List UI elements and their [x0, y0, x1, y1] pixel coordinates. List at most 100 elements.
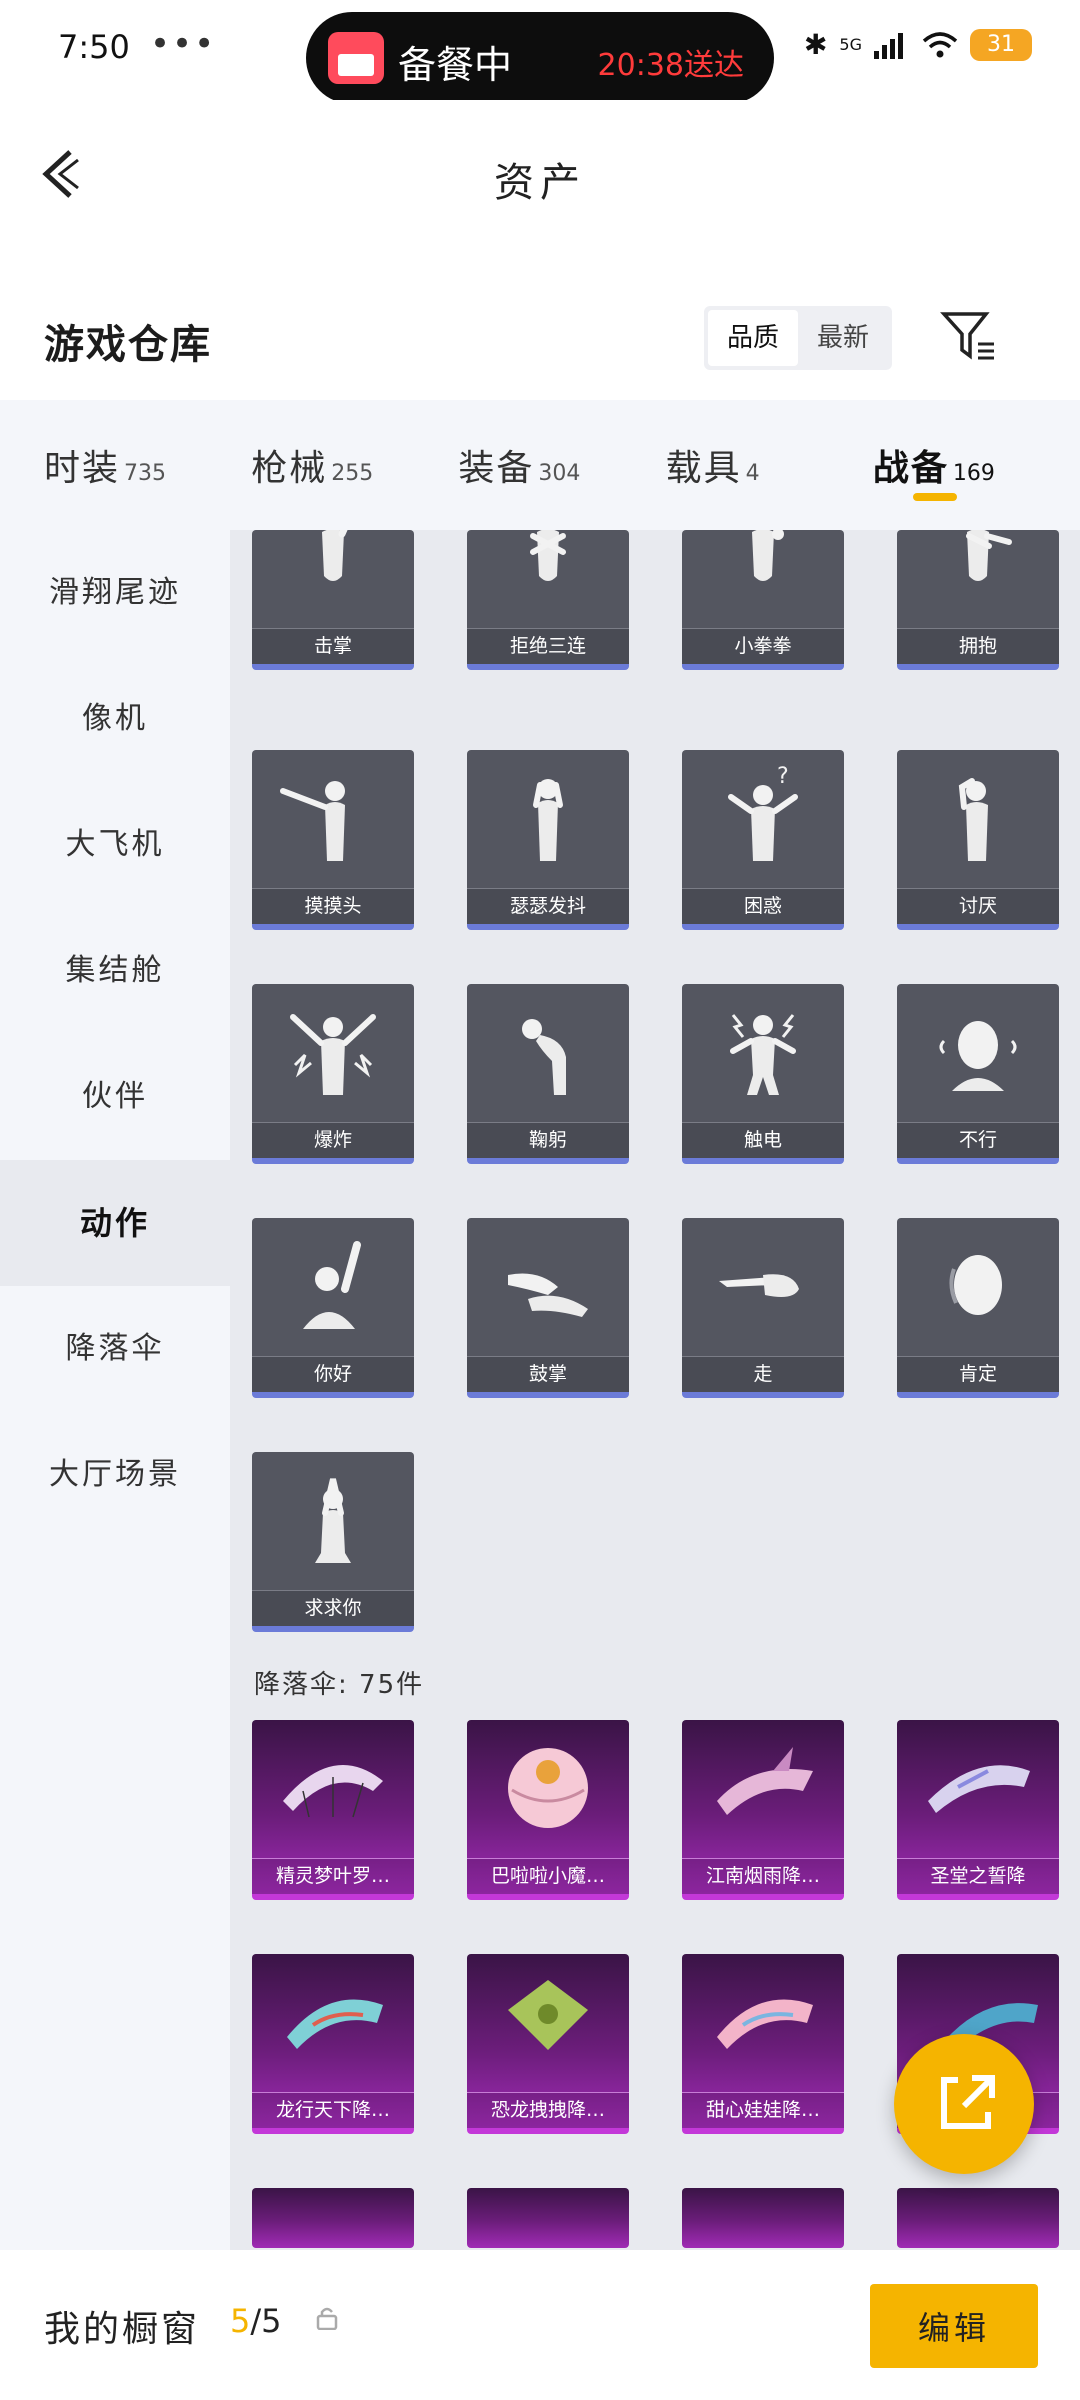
emote-card[interactable]: 鼓掌 — [467, 1218, 629, 1398]
app-header: 资产 — [0, 100, 1080, 250]
tab-fashion[interactable]: 时装 735 — [44, 439, 251, 491]
bluetooth-icon: ✱ — [803, 28, 828, 61]
emote-card[interactable]: 拥抱 — [897, 530, 1059, 670]
emote-name: 瑟瑟发抖 — [467, 888, 629, 924]
sidebar-item-lobby-scene[interactable]: 大厅场景 — [0, 1412, 230, 1538]
share-external-icon — [941, 2075, 995, 2129]
tab-label: 装备 — [458, 448, 535, 489]
emote-name: 拥抱 — [897, 628, 1059, 664]
sidebar-item-emotes[interactable]: 动作 — [0, 1160, 230, 1286]
sidebar-item-camera[interactable]: 像机 — [0, 656, 230, 782]
emote-name: 讨厌 — [897, 888, 1059, 924]
emote-figure-icon — [467, 984, 629, 1116]
category-tabs: 时装 735 枪械 255 装备 304 载具 4 战备 169 — [0, 400, 1080, 530]
sort-toggle[interactable]: 品质 最新 — [704, 306, 892, 370]
parachute-card[interactable] — [252, 2188, 414, 2248]
parachute-card[interactable]: 江南烟雨降… — [682, 1720, 844, 1900]
sidebar-item-companion[interactable]: 伙伴 — [0, 1034, 230, 1160]
parachute-icon — [252, 1954, 414, 2086]
emote-figure-icon — [252, 530, 414, 622]
emote-figure-icon — [897, 984, 1059, 1116]
emote-card[interactable]: 讨厌 — [897, 750, 1059, 930]
emote-figure-icon — [682, 530, 844, 622]
tab-count: 735 — [124, 461, 167, 486]
tab-count: 255 — [331, 461, 374, 486]
parachute-card[interactable]: 恐龙拽拽降… — [467, 1954, 629, 2134]
emote-name: 你好 — [252, 1356, 414, 1392]
parachute-card[interactable] — [467, 2188, 629, 2248]
dynamic-island[interactable]: 备餐中 20:38送达 — [306, 12, 774, 104]
emote-figure-icon — [897, 750, 1059, 882]
edit-button[interactable]: 编辑 — [870, 2284, 1038, 2368]
emote-figure-icon: ? — [682, 750, 844, 882]
emote-card[interactable]: 你好 — [252, 1218, 414, 1398]
tab-equipment[interactable]: 装备 304 — [458, 439, 665, 491]
showcase-total: /5 — [250, 2302, 282, 2340]
emote-name: 爆炸 — [252, 1122, 414, 1158]
emote-card[interactable]: 肯定 — [897, 1218, 1059, 1398]
clock: 7:50 — [58, 28, 130, 66]
emote-card[interactable]: ? 困惑 — [682, 750, 844, 930]
emote-card[interactable]: 鞠躬 — [467, 984, 629, 1164]
share-button[interactable] — [894, 2034, 1034, 2174]
parachute-card[interactable] — [897, 2188, 1059, 2248]
filter-icon[interactable] — [940, 306, 1000, 366]
wifi-icon — [922, 31, 958, 57]
emote-card[interactable]: 不行 — [897, 984, 1059, 1164]
tab-label: 时装 — [44, 448, 121, 489]
emote-figure-icon — [467, 1218, 629, 1350]
page-title: 资产 — [494, 160, 586, 206]
tab-count: 4 — [745, 461, 760, 486]
sort-quality[interactable]: 品质 — [708, 310, 798, 366]
emote-name: 击掌 — [252, 628, 414, 664]
emote-figure-icon — [682, 1218, 844, 1350]
parachute-card[interactable]: 圣堂之誓降 — [897, 1720, 1059, 1900]
emote-figure-icon — [252, 984, 414, 1116]
sidebar-item-parachute[interactable]: 降落伞 — [0, 1286, 230, 1412]
sidebar-item-assembly-pod[interactable]: 集结舱 — [0, 908, 230, 1034]
tab-weapons[interactable]: 枪械 255 — [251, 439, 458, 491]
emote-card[interactable]: 拒绝三连 — [467, 530, 629, 670]
parachute-name: 江南烟雨降… — [682, 1858, 844, 1894]
emote-card[interactable]: 击掌 — [252, 530, 414, 670]
showcase-title: 我的橱窗 — [44, 2309, 201, 2350]
emote-card[interactable]: 摸摸头 — [252, 750, 414, 930]
parachute-card[interactable]: 巴啦啦小魔… — [467, 1720, 629, 1900]
parachute-card[interactable]: 精灵梦叶罗… — [252, 1720, 414, 1900]
parachute-icon — [467, 1720, 629, 1852]
parachute-card[interactable]: 甜心娃娃降… — [682, 1954, 844, 2134]
emote-card[interactable]: 触电 — [682, 984, 844, 1164]
emote-card[interactable]: 求求你 — [252, 1452, 414, 1632]
sidebar-item-glide-trail[interactable]: 滑翔尾迹 — [0, 530, 230, 656]
emote-name: 触电 — [682, 1122, 844, 1158]
svg-text:?: ? — [777, 764, 789, 789]
emote-card[interactable]: 小拳拳 — [682, 530, 844, 670]
tab-vehicles[interactable]: 载具 4 — [666, 439, 873, 491]
emote-figure-icon — [467, 530, 629, 622]
emote-figure-icon — [252, 1218, 414, 1350]
showcase-current: 5 — [230, 2302, 251, 2340]
category-sidebar: 滑翔尾迹 像机 大飞机 集结舱 伙伴 动作 降落伞 大厅场景 — [0, 530, 230, 2250]
emote-name: 小拳拳 — [682, 628, 844, 664]
emote-card[interactable]: 爆炸 — [252, 984, 414, 1164]
parachute-card[interactable]: 龙行天下降… — [252, 1954, 414, 2134]
tab-battle-prep[interactable]: 战备 169 — [872, 439, 1080, 501]
tab-label: 战备 — [872, 448, 949, 489]
emote-figure-icon — [252, 1452, 414, 1584]
emote-name: 鞠躬 — [467, 1122, 629, 1158]
emote-card[interactable]: 瑟瑟发抖 — [467, 750, 629, 930]
emote-card[interactable]: 走 — [682, 1218, 844, 1398]
sidebar-item-big-plane[interactable]: 大飞机 — [0, 782, 230, 908]
emote-name: 困惑 — [682, 888, 844, 924]
parachute-name: 恐龙拽拽降… — [467, 2092, 629, 2128]
tab-label: 枪械 — [251, 448, 328, 489]
parachute-card[interactable] — [682, 2188, 844, 2248]
parachute-name: 精灵梦叶罗… — [252, 1858, 414, 1894]
tab-count: 304 — [538, 461, 581, 486]
status-bar: 7:50 ••• 备餐中 20:38送达 ✱ 5G 31 — [0, 0, 1080, 104]
network-label: 5G — [839, 35, 862, 54]
item-grid: 击掌 拒绝三连 小拳拳 拥抱 摸摸头 瑟瑟发抖 ? 困惑 讨厌 爆炸 鞠躬 触电 … — [230, 530, 1080, 2250]
sort-newest[interactable]: 最新 — [798, 310, 888, 366]
parachute-icon — [682, 1720, 844, 1852]
system-icons: ✱ 5G 31 — [804, 28, 1032, 61]
